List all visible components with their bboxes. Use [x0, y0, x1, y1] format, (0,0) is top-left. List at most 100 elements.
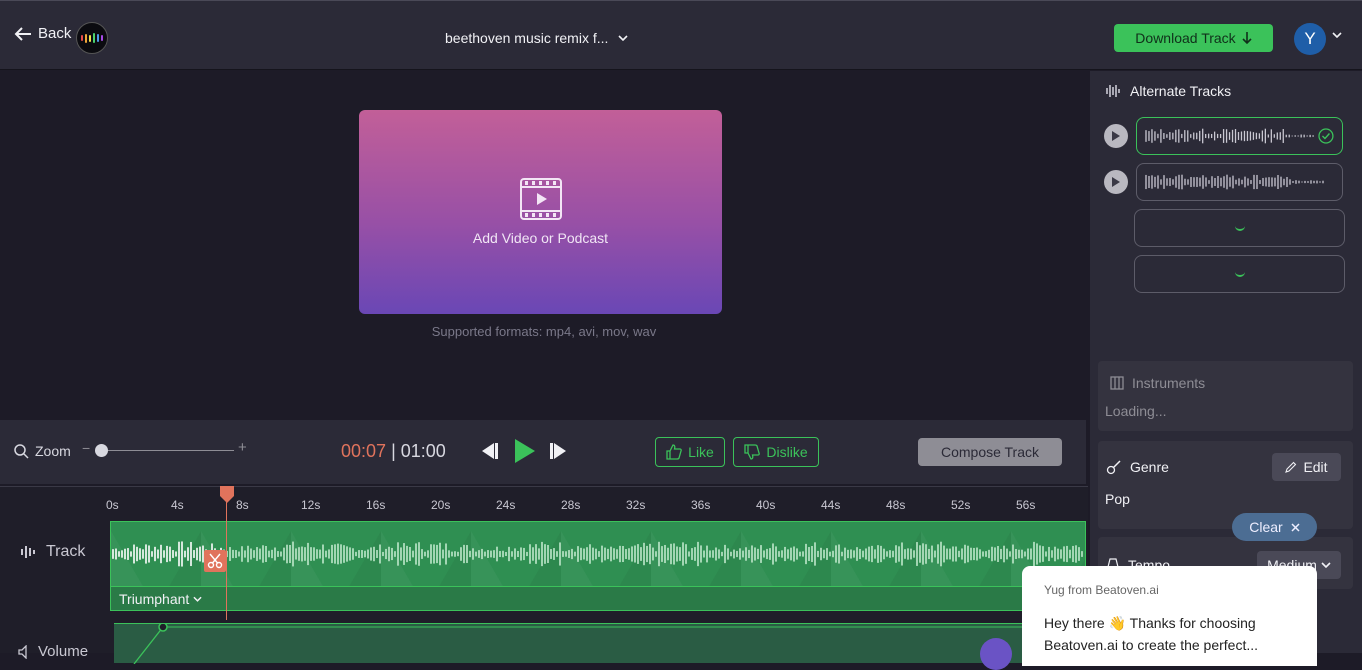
chat-message: Hey there 👋 Thanks for choosing Beatoven…	[1044, 615, 1259, 653]
alternate-track-3	[1134, 209, 1345, 247]
time-separator: |	[391, 441, 396, 461]
instruments-title: Instruments	[1132, 375, 1206, 391]
alternate-track-4-loading	[1134, 255, 1345, 293]
ruler-tick-label: 4s	[171, 498, 184, 512]
genre-header: Genre	[1106, 459, 1169, 475]
ruler-tick-label: 36s	[691, 498, 711, 512]
back-button[interactable]: Back	[14, 25, 71, 42]
mood-label: Triumphant	[119, 591, 190, 607]
top-bar: Back beethoven music remix f... Download…	[0, 0, 1362, 70]
ruler-tick-label: 20s	[431, 498, 451, 512]
ruler-tick-label: 0s	[106, 498, 119, 512]
add-video-card[interactable]: Add Video or Podcast	[359, 110, 722, 314]
dislike-button[interactable]: Dislike	[733, 437, 819, 467]
loading-spinner	[1234, 272, 1245, 277]
volume-envelope[interactable]	[114, 622, 1086, 665]
zoom-track	[100, 450, 234, 451]
track-clip[interactable]: Triumphant	[110, 521, 1086, 611]
play-icon[interactable]	[1104, 170, 1128, 194]
volume-curve	[133, 622, 1086, 665]
download-track-button[interactable]: Download Track	[1114, 24, 1273, 52]
ruler-tick-label: 44s	[821, 498, 841, 512]
volume-row-label: Volume	[18, 643, 88, 660]
zoom-label: Zoom	[35, 443, 71, 459]
zoom-slider[interactable]: − +	[80, 439, 252, 458]
transport-buttons	[478, 438, 570, 464]
like-label: Like	[688, 444, 714, 460]
edit-genre-button[interactable]: Edit	[1272, 453, 1341, 481]
chevron-down-icon[interactable]	[1332, 32, 1342, 38]
split-track-button[interactable]	[204, 550, 226, 572]
film-icon	[519, 178, 562, 220]
thumbs-up-icon	[666, 444, 682, 460]
alternate-tracks-header: Alternate Tracks	[1106, 83, 1231, 99]
project-title-dropdown[interactable]: beethoven music remix f...	[445, 30, 628, 46]
alternate-track-1	[1104, 117, 1343, 155]
ruler-tick-label: 24s	[496, 498, 516, 512]
time-display: 00:07 | 01:00	[341, 441, 446, 462]
video-area: Add Video or Podcast Supported formats: …	[0, 71, 1088, 419]
skip-forward-icon[interactable]	[550, 442, 570, 460]
pencil-icon	[1285, 461, 1297, 473]
alt-track-waveform	[1145, 128, 1314, 144]
chevron-down-icon	[1321, 562, 1331, 568]
ruler-tick-label: 12s	[301, 498, 321, 512]
download-track-label: Download Track	[1135, 30, 1236, 46]
ruler-tick-label: 48s	[886, 498, 906, 512]
alternate-track-2	[1104, 163, 1343, 201]
track-label: Track	[46, 543, 86, 560]
app-logo[interactable]	[76, 22, 108, 54]
guitar-icon	[1106, 460, 1121, 475]
search-icon	[14, 443, 29, 459]
play-icon[interactable]	[512, 438, 536, 464]
alt-track-waveform	[1145, 174, 1324, 190]
zoom-thumb[interactable]	[95, 444, 108, 457]
chevron-down-icon	[618, 35, 628, 41]
zoom-minus-icon[interactable]: −	[82, 440, 90, 456]
total-time: 01:00	[400, 441, 446, 461]
clear-label: Clear	[1249, 519, 1283, 535]
piano-icon	[1110, 376, 1124, 390]
user-avatar[interactable]: Y	[1294, 23, 1326, 55]
zoom-control: Zoom	[14, 443, 71, 459]
zoom-plus-icon[interactable]: +	[238, 439, 247, 456]
waveform-icon	[1106, 85, 1120, 97]
dislike-label: Dislike	[766, 444, 808, 460]
timeline: 0s 4s 8s 12s 16s 20s 24s 28s 32s 36s 40s 44s 48s 52s 5…	[0, 486, 1088, 665]
playback-controls: Zoom − + 00:07 | 01:00 Like Dislike Comp…	[0, 420, 1086, 484]
like-button[interactable]: Like	[655, 437, 725, 467]
loading-spinner	[1234, 226, 1245, 231]
close-icon	[1291, 522, 1300, 532]
ruler-tick-label: 8s	[236, 498, 249, 512]
mood-dropdown[interactable]: Triumphant	[111, 586, 1085, 610]
ruler-tick-label: 28s	[561, 498, 581, 512]
chat-popup[interactable]: Yug from Beatoven.ai Hey there 👋 Thanks …	[1022, 566, 1317, 666]
ruler-tick-label: 32s	[626, 498, 646, 512]
ruler-tick-label: 52s	[951, 498, 971, 512]
playhead-marker[interactable]	[220, 486, 234, 504]
arrow-left-icon	[14, 26, 31, 41]
clear-button[interactable]: Clear	[1232, 513, 1317, 541]
ruler-tick-label: 40s	[756, 498, 776, 512]
check-circle-icon	[1318, 128, 1334, 144]
instruments-header: Instruments	[1110, 375, 1205, 391]
add-video-label: Add Video or Podcast	[472, 230, 609, 246]
alternate-track-4	[1134, 255, 1345, 293]
skip-back-icon[interactable]	[478, 442, 498, 460]
ruler-tick-label: 16s	[366, 498, 386, 512]
chat-from: Yug from Beatoven.ai	[1044, 583, 1159, 597]
speaker-icon	[18, 644, 27, 659]
alternate-track-1-option[interactable]	[1136, 117, 1343, 155]
playhead-line	[226, 487, 227, 620]
track-waveform	[111, 522, 1085, 586]
supported-formats: Supported formats: mp4, avi, mov, wav	[431, 324, 657, 339]
chat-agent-avatar[interactable]	[980, 638, 1012, 670]
genre-title: Genre	[1130, 459, 1169, 475]
compose-track-button[interactable]: Compose Track	[918, 438, 1062, 466]
time-ruler[interactable]: 0s 4s 8s 12s 16s 20s 24s 28s 32s 36s 40s 44s 48s 52s 5…	[106, 487, 1086, 520]
chevron-down-icon	[193, 596, 202, 602]
play-icon[interactable]	[1104, 124, 1128, 148]
thumbs-down-icon	[744, 444, 761, 460]
instruments-status: Loading...	[1105, 403, 1167, 419]
alternate-track-2-option[interactable]	[1136, 163, 1343, 201]
